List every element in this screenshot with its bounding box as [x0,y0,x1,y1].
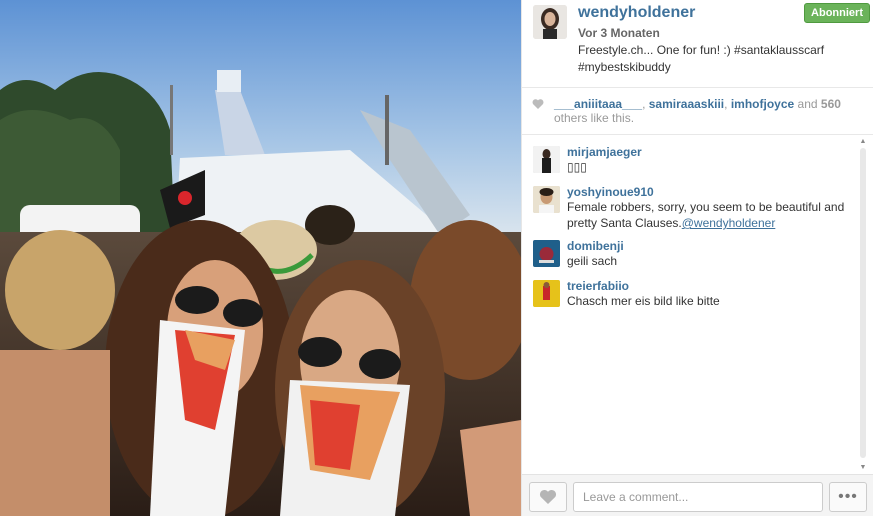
comment-username[interactable]: domibenji [567,230,873,253]
likes-separator: , [642,97,649,111]
heart-icon [532,99,544,109]
author-avatar[interactable] [533,5,567,39]
comment-text: ▯▯▯ [567,160,587,174]
post-detail-panel: wendyholdener Vor 3 Monaten Freestyle.ch… [521,0,873,516]
scroll-up-arrow-icon[interactable]: ▲ [859,138,867,146]
comment-text: Chasch mer eis bild like bitte [567,294,720,308]
following-button[interactable]: Abonniert [804,3,870,23]
scrollbar-thumb[interactable] [860,148,866,458]
comment-input[interactable] [573,482,823,512]
likes-and: and [794,97,821,111]
comment-username[interactable]: treierfabiio [567,270,873,293]
ellipsis-icon[interactable]: ••• [829,482,867,512]
comments-scrollbar[interactable]: ▲ ▼ [859,138,867,472]
post-header: wendyholdener Vor 3 Monaten Freestyle.ch… [522,0,873,88]
commenter-avatar[interactable] [533,146,560,173]
heart-icon [539,489,557,504]
mention-link[interactable]: @wendyholdener [682,216,776,230]
commenter-avatar[interactable] [533,240,560,267]
comment-item: domibenji geili sach [522,230,873,270]
commenter-avatar[interactable] [533,186,560,213]
author-username[interactable]: wendyholdener [578,4,695,22]
comment-username[interactable]: mirjamjaeger [567,136,873,159]
comment-text: Female robbers, sorry, you seem to be be… [567,199,873,231]
liker-link[interactable]: ___aniiitaaa___ [554,97,642,111]
comment-text: geili sach [567,254,618,268]
comment-list[interactable]: mirjamjaeger ▯▯▯ yoshyinoue910 Female ro… [522,136,873,474]
likes-count[interactable]: 560 [821,97,841,111]
comment-item: treierfabiio Chasch mer eis bild like bi… [522,270,873,310]
comment-footer: ••• [522,474,873,516]
like-button[interactable] [529,482,567,512]
post-caption: Freestyle.ch... One for fun! :) #santakl… [578,43,825,74]
likes-summary: ___aniiitaaa___, samiraaaskiii, imhofjoy… [522,89,873,135]
comment-username[interactable]: yoshyinoue910 [567,176,873,199]
post-photo[interactable] [0,0,521,516]
scroll-down-arrow-icon[interactable]: ▼ [859,464,867,472]
likes-suffix: others like this. [554,111,635,125]
liker-link[interactable]: samiraaaskiii [649,97,724,111]
commenter-avatar[interactable] [533,280,560,307]
comment-item: mirjamjaeger ▯▯▯ [522,136,873,176]
liker-link[interactable]: imhofjoyce [731,97,794,111]
post-timestamp[interactable]: Vor 3 Monaten [578,26,660,40]
likes-separator: , [724,97,731,111]
comment-item: yoshyinoue910 Female robbers, sorry, you… [522,176,873,230]
